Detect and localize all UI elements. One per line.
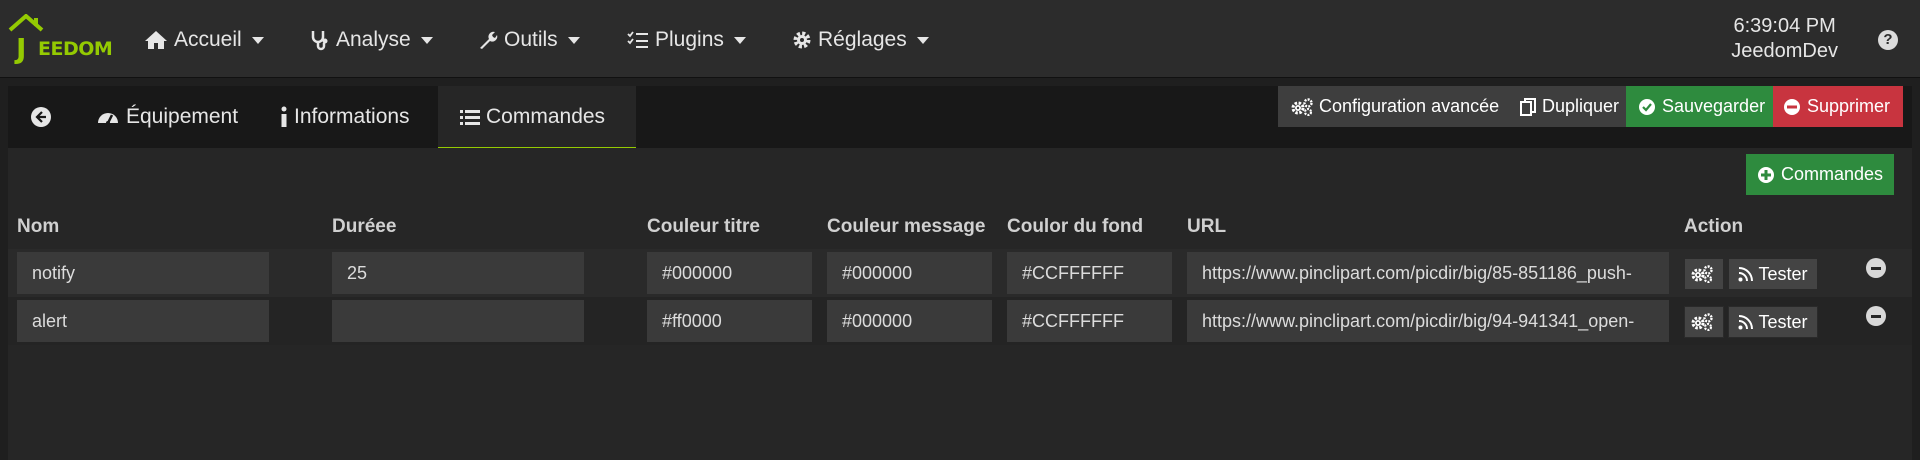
duplicate-button[interactable]: Dupliquer (1508, 86, 1626, 127)
add-command-button[interactable]: Commandes (1746, 154, 1894, 195)
nav-outils[interactable]: Outils (478, 24, 580, 56)
nav-outils-label: Outils (504, 28, 558, 51)
chevron-down-icon (567, 36, 580, 44)
delete-button[interactable]: Supprimer (1773, 86, 1903, 127)
cogs-icon (1691, 265, 1713, 283)
nav-reglages-label: Réglages (818, 28, 907, 51)
tab-informations[interactable]: Informations (280, 86, 410, 148)
nav-analyse-label: Analyse (336, 28, 411, 51)
test-command-button[interactable]: Tester (1728, 306, 1818, 338)
name-field[interactable]: notify (17, 252, 269, 294)
configure-command-button[interactable] (1684, 258, 1724, 290)
remove-command-icon[interactable] (1866, 258, 1886, 278)
duplicate-label: Dupliquer (1542, 96, 1620, 116)
tab-commandes-label: Commandes (486, 104, 606, 128)
rss-icon (1738, 266, 1754, 281)
delete-label: Supprimer (1807, 96, 1891, 116)
tab-equipement[interactable]: Équipement (96, 86, 238, 148)
title-color-field[interactable]: #000000 (647, 252, 812, 294)
nav-plugins-label: Plugins (655, 28, 724, 51)
remove-command-icon[interactable] (1866, 306, 1886, 326)
header-bg-color: Coulor du fond (1007, 216, 1144, 237)
nav-analyse[interactable]: Analyse (310, 24, 433, 56)
cogs-icon (1291, 97, 1313, 116)
title-color-field[interactable]: #ff0000 (647, 300, 812, 342)
url-field[interactable]: https://www.pinclipart.com/picdir/big/94… (1187, 300, 1669, 342)
logo-text: EEDOM (38, 38, 113, 60)
chevron-down-icon (916, 36, 929, 44)
minus-circle-icon (1784, 98, 1800, 115)
test-label: Tester (1758, 311, 1808, 332)
header-action: Action (1684, 216, 1744, 237)
cogs-icon (1691, 313, 1713, 331)
info-icon (281, 106, 287, 127)
tab-informations-label: Informations (294, 105, 410, 128)
cog-icon (793, 31, 811, 49)
chevron-down-icon (733, 36, 746, 44)
duration-field[interactable] (332, 300, 584, 342)
logo-initial: J (16, 32, 27, 65)
check-circle-icon (1639, 98, 1655, 115)
tab-back[interactable] (30, 86, 58, 148)
nav-reglages[interactable]: Réglages (792, 24, 929, 56)
chevron-down-icon (251, 36, 264, 44)
home-icon (145, 31, 167, 49)
clock: 6:39:04 PM JeedomDev (1731, 14, 1838, 64)
bg-color-field[interactable]: #CCFFFFFF (1007, 300, 1172, 342)
bg-color-field[interactable]: #CCFFFFFF (1007, 252, 1172, 294)
header-title-color: Couleur titre (647, 216, 760, 237)
test-command-button[interactable]: Tester (1728, 258, 1818, 290)
plus-circle-icon (1757, 166, 1774, 183)
add-command-label: Commandes (1780, 164, 1884, 184)
tab-commandes[interactable]: Commandes (438, 86, 636, 148)
nav-accueil[interactable]: Accueil (144, 24, 264, 56)
stethoscope-icon (311, 31, 328, 51)
help-icon[interactable]: ? (1878, 30, 1898, 50)
header-name: Nom (17, 216, 60, 237)
tab-equipement-label: Équipement (126, 105, 239, 128)
save-label: Sauvegarder (1662, 96, 1766, 116)
name-field[interactable]: alert (17, 300, 269, 342)
header-duration: Duréee (332, 216, 397, 237)
configure-command-button[interactable] (1684, 306, 1724, 338)
chevron-down-icon (420, 36, 433, 44)
advanced-config-button[interactable]: Configuration avancée (1278, 86, 1508, 127)
current-time: 6:39:04 PM (1733, 15, 1836, 37)
tachometer-icon (98, 113, 118, 125)
save-button[interactable]: Sauvegarder (1626, 86, 1773, 127)
test-label: Tester (1758, 263, 1808, 284)
nav-accueil-label: Accueil (174, 28, 242, 51)
jeedom-logo[interactable]: J EEDOM (8, 14, 118, 66)
copy-icon (1520, 97, 1536, 116)
message-color-field[interactable]: #000000 (827, 300, 992, 342)
header-url: URL (1187, 216, 1227, 237)
duration-field[interactable]: 25 (332, 252, 584, 294)
message-color-field[interactable]: #000000 (827, 252, 992, 294)
advanced-config-label: Configuration avancée (1319, 96, 1500, 116)
hostname: JeedomDev (1731, 40, 1838, 62)
top-navbar: J EEDOM Accueil Analyse Outils Plugins R… (0, 0, 1920, 78)
header-message-color: Couleur message (827, 216, 986, 237)
url-field[interactable]: https://www.pinclipart.com/picdir/big/85… (1187, 252, 1669, 294)
list-icon (460, 109, 480, 125)
rss-icon (1738, 314, 1754, 329)
nav-plugins[interactable]: Plugins (627, 24, 746, 56)
tasks-icon (627, 31, 648, 48)
back-arrow-icon (31, 107, 51, 127)
wrench-icon (480, 31, 498, 49)
